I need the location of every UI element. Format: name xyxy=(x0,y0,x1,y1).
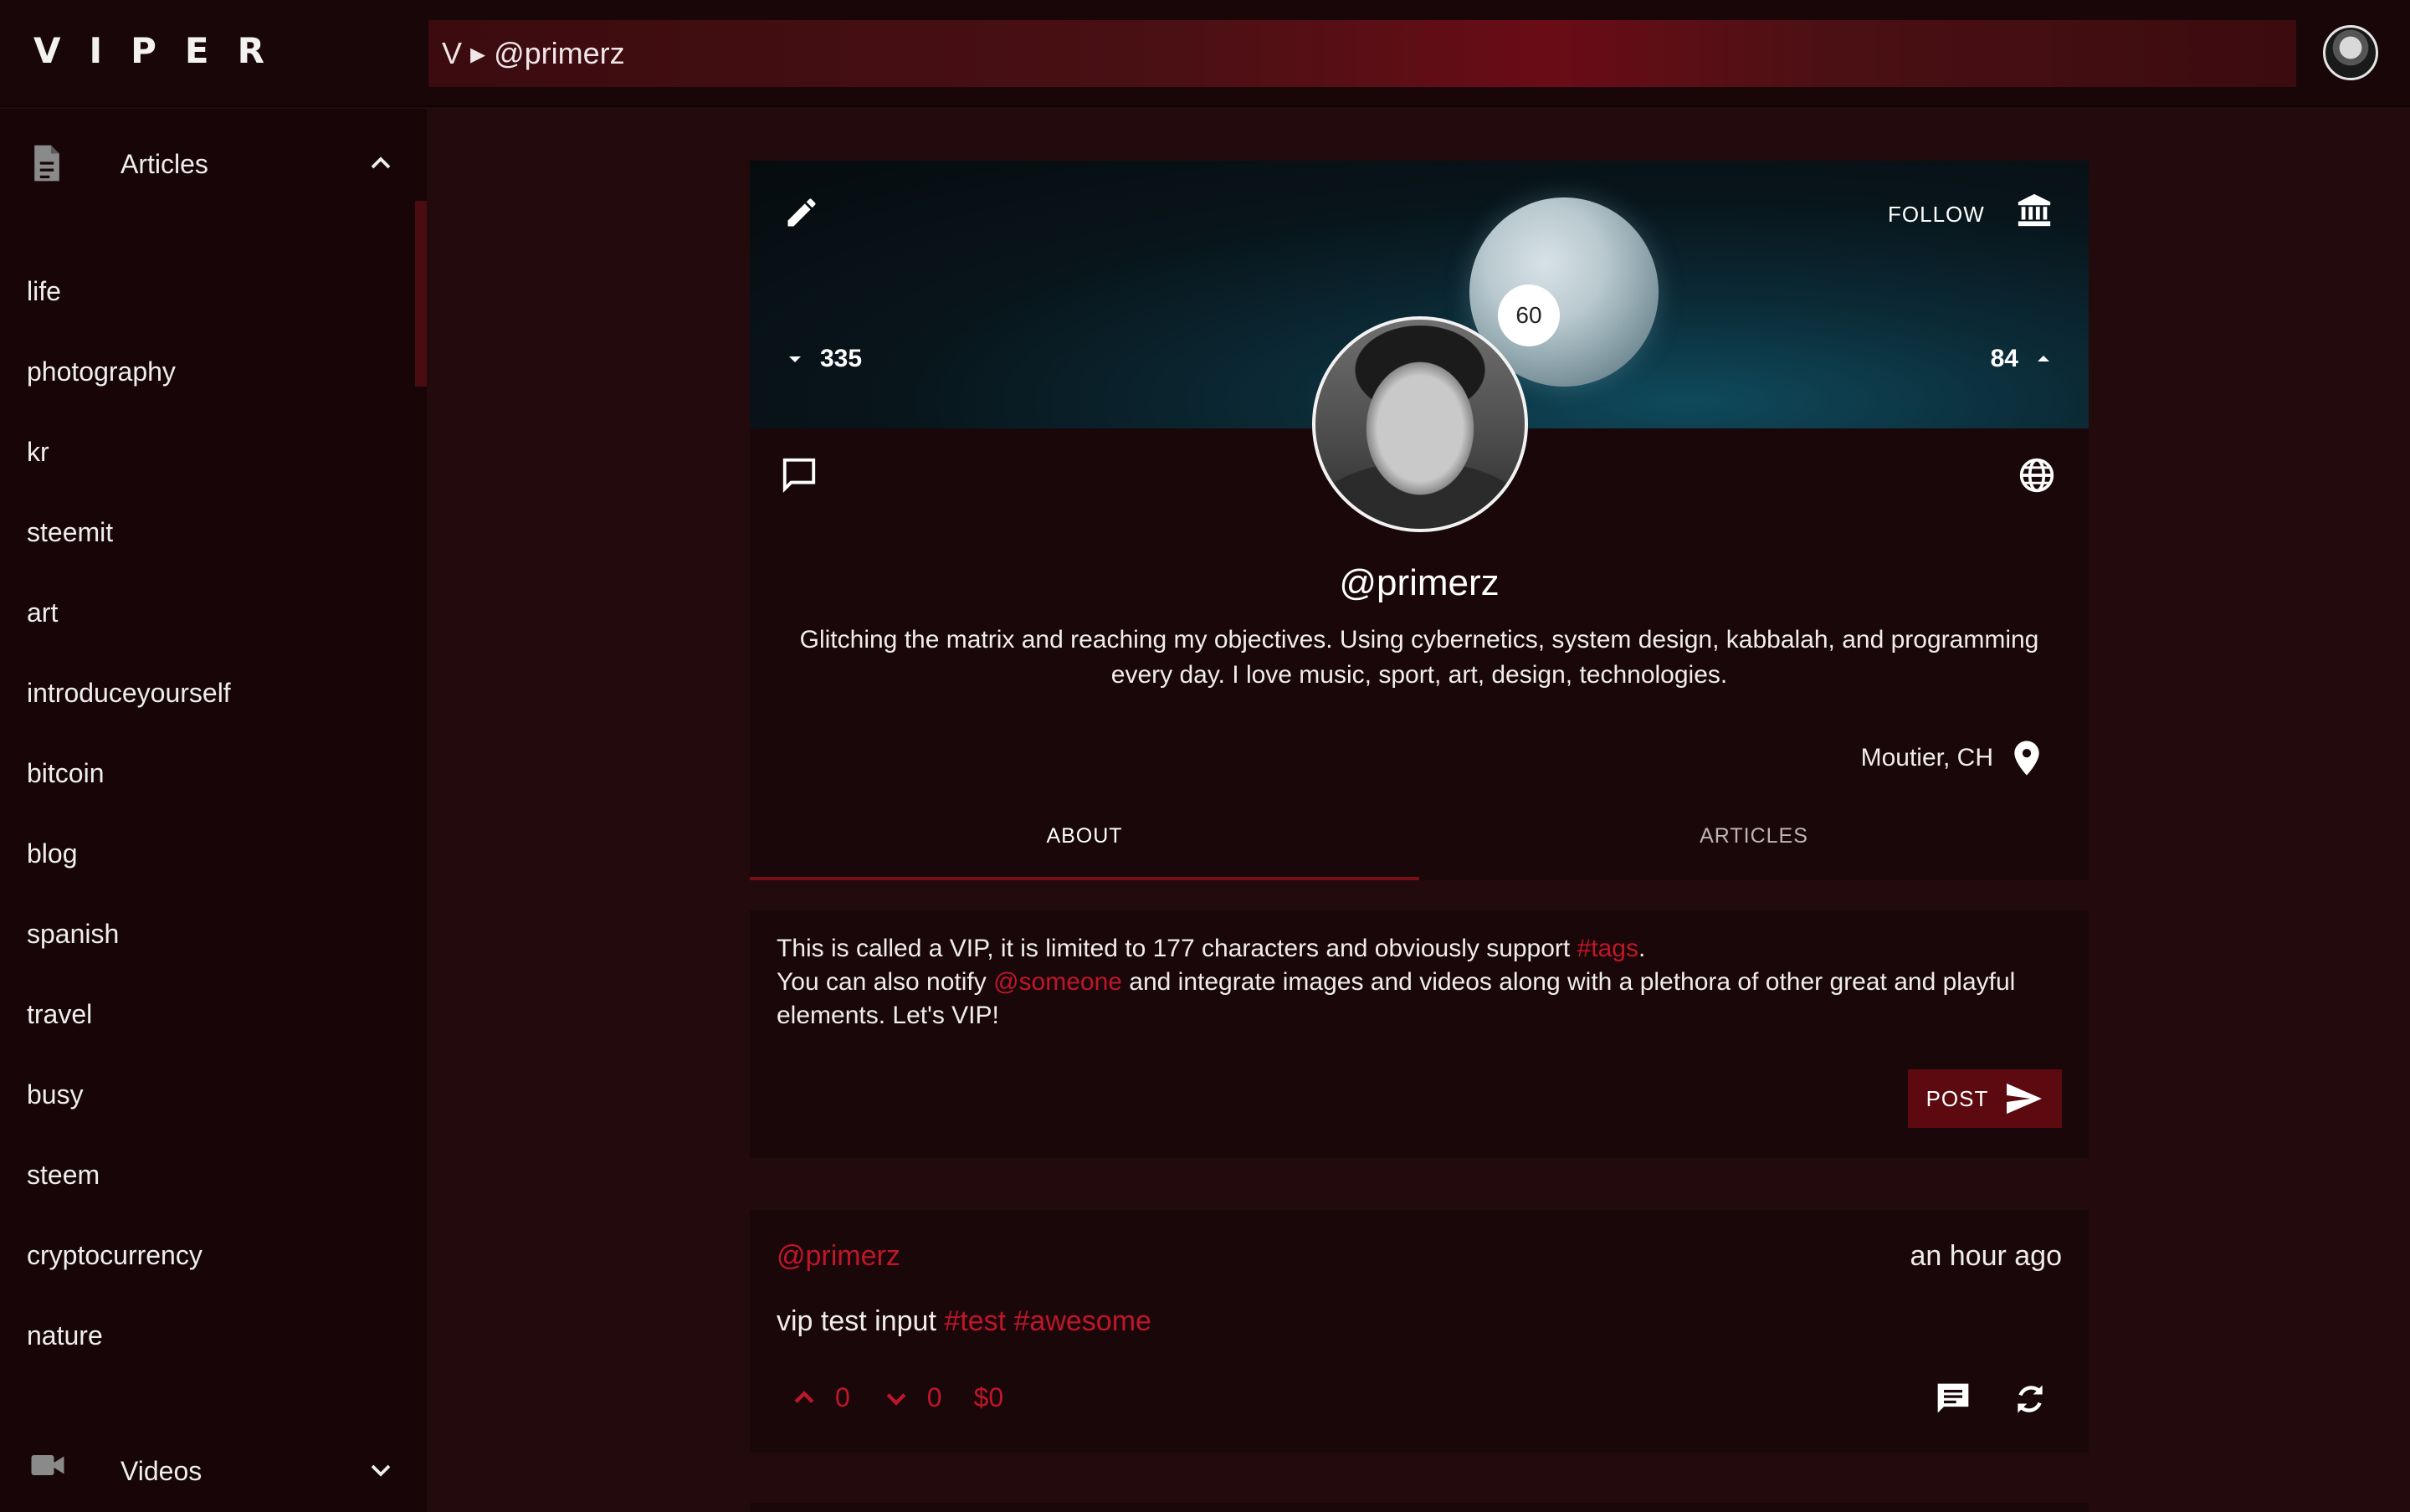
upvote-icon[interactable] xyxy=(790,1384,818,1412)
vip-post: @primerz an hour ago vip test input #tes… xyxy=(750,1210,2089,1453)
sidebar-section-articles[interactable]: Articles xyxy=(0,134,427,192)
composer-text-segment: You can also notify xyxy=(777,968,994,996)
video-camera-icon xyxy=(30,1451,65,1483)
chat-icon[interactable] xyxy=(780,455,818,497)
search-input[interactable]: V ▸ @primerz xyxy=(428,20,2296,87)
sidebar-item-life[interactable]: life xyxy=(0,276,415,356)
bank-icon[interactable] xyxy=(2015,191,2054,233)
post-vote-actions: 0 0 $0 xyxy=(790,1382,1003,1413)
follow-button[interactable]: FOLLOW xyxy=(1888,194,1985,234)
followers-counter[interactable]: 84 xyxy=(1991,345,2054,373)
post-timestamp: an hour ago xyxy=(1910,1240,2063,1272)
location-text: Moutier, CH xyxy=(1860,744,1993,771)
downvote-count: 0 xyxy=(926,1382,942,1412)
sidebar-item-cryptocurrency[interactable]: cryptocurrency xyxy=(0,1240,415,1320)
composer-tag-link[interactable]: #tags xyxy=(1577,935,1638,962)
profile-location: Moutier, CH xyxy=(1861,740,2042,777)
post-button[interactable]: POST xyxy=(1908,1069,2062,1128)
caret-up-icon xyxy=(2038,356,2049,361)
location-pin-icon xyxy=(2014,741,2039,776)
sidebar: Articles life photography kr steemit art… xyxy=(0,109,427,1512)
sidebar-item-kr[interactable]: kr xyxy=(0,437,415,517)
sidebar-tag-list: life photography kr steemit art introduc… xyxy=(0,276,415,1401)
downvote-icon[interactable] xyxy=(882,1384,910,1412)
sidebar-item-introduceyourself[interactable]: introduceyourself xyxy=(0,678,415,758)
search-path: V ▸ @primerz xyxy=(442,36,625,70)
post-payout: $0 xyxy=(973,1382,1004,1412)
sidebar-item-photography[interactable]: photography xyxy=(0,356,415,437)
sidebar-item-nature[interactable]: nature xyxy=(0,1320,415,1401)
composer-text-segment: This is called a VIP, it is limited to 1… xyxy=(777,935,1577,962)
sidebar-section-label: Articles xyxy=(120,149,208,179)
chevron-up-icon[interactable] xyxy=(368,151,393,179)
followers-count: 84 xyxy=(1990,345,2018,372)
tab-about[interactable]: ABOUT xyxy=(750,810,1419,880)
sidebar-scrollbar[interactable] xyxy=(415,201,427,387)
sidebar-item-blog[interactable]: blog xyxy=(0,838,415,919)
composer-mention-link[interactable]: @someone xyxy=(993,968,1122,996)
user-avatar[interactable] xyxy=(2323,25,2378,80)
globe-icon[interactable] xyxy=(2018,457,2055,497)
post-body: vip test input #test #awesome xyxy=(777,1305,1151,1338)
reputation-badge: 60 xyxy=(1498,284,1560,346)
vip-composer: This is called a VIP, it is limited to 1… xyxy=(750,910,2089,1158)
post-tags[interactable]: #test #awesome xyxy=(944,1305,1151,1337)
app-logo[interactable]: VIPER xyxy=(33,30,293,71)
profile-card: FOLLOW 335 84 60 @primerz Glitching the … xyxy=(750,161,2089,880)
document-icon xyxy=(30,144,64,186)
resteem-icon[interactable] xyxy=(2012,1381,2048,1417)
profile-bio: Glitching the matrix and reaching my obj… xyxy=(799,626,2039,689)
top-bar: VIPER V ▸ @primerz xyxy=(0,0,2410,107)
tab-articles[interactable]: ARTICLES xyxy=(1419,810,2089,880)
profile-avatar[interactable] xyxy=(1312,316,1528,532)
sidebar-section-videos[interactable]: Videos xyxy=(0,1439,427,1512)
sidebar-item-art[interactable]: art xyxy=(0,597,415,678)
sidebar-item-steemit[interactable]: steemit xyxy=(0,517,415,597)
chevron-down-icon[interactable] xyxy=(368,1458,393,1486)
upvote-count: 0 xyxy=(835,1382,850,1412)
send-icon xyxy=(2007,1083,2043,1115)
caret-down-icon xyxy=(789,356,801,362)
profile-username: @primerz xyxy=(1339,562,1500,603)
next-post-card xyxy=(750,1503,2089,1512)
composer-text-segment: . xyxy=(1638,935,1646,962)
following-counter[interactable]: 335 xyxy=(785,345,862,373)
post-button-label: POST xyxy=(1925,1085,1989,1111)
edit-icon[interactable] xyxy=(783,194,820,234)
sidebar-item-bitcoin[interactable]: bitcoin xyxy=(0,758,415,838)
sidebar-section-label: Videos xyxy=(120,1456,203,1486)
following-count: 335 xyxy=(820,345,863,372)
comment-icon[interactable] xyxy=(1935,1381,1972,1417)
sidebar-item-busy[interactable]: busy xyxy=(0,1079,415,1160)
post-actions-right xyxy=(1935,1381,2048,1417)
composer-input[interactable]: This is called a VIP, it is limited to 1… xyxy=(777,932,2065,1033)
sidebar-item-travel[interactable]: travel xyxy=(0,999,415,1079)
post-author-link[interactable]: @primerz xyxy=(777,1240,900,1273)
profile-tabs: ABOUT ARTICLES xyxy=(750,810,2089,880)
post-text: vip test input xyxy=(777,1305,945,1337)
sidebar-item-steem[interactable]: steem xyxy=(0,1160,415,1240)
sidebar-item-spanish[interactable]: spanish xyxy=(0,919,415,999)
